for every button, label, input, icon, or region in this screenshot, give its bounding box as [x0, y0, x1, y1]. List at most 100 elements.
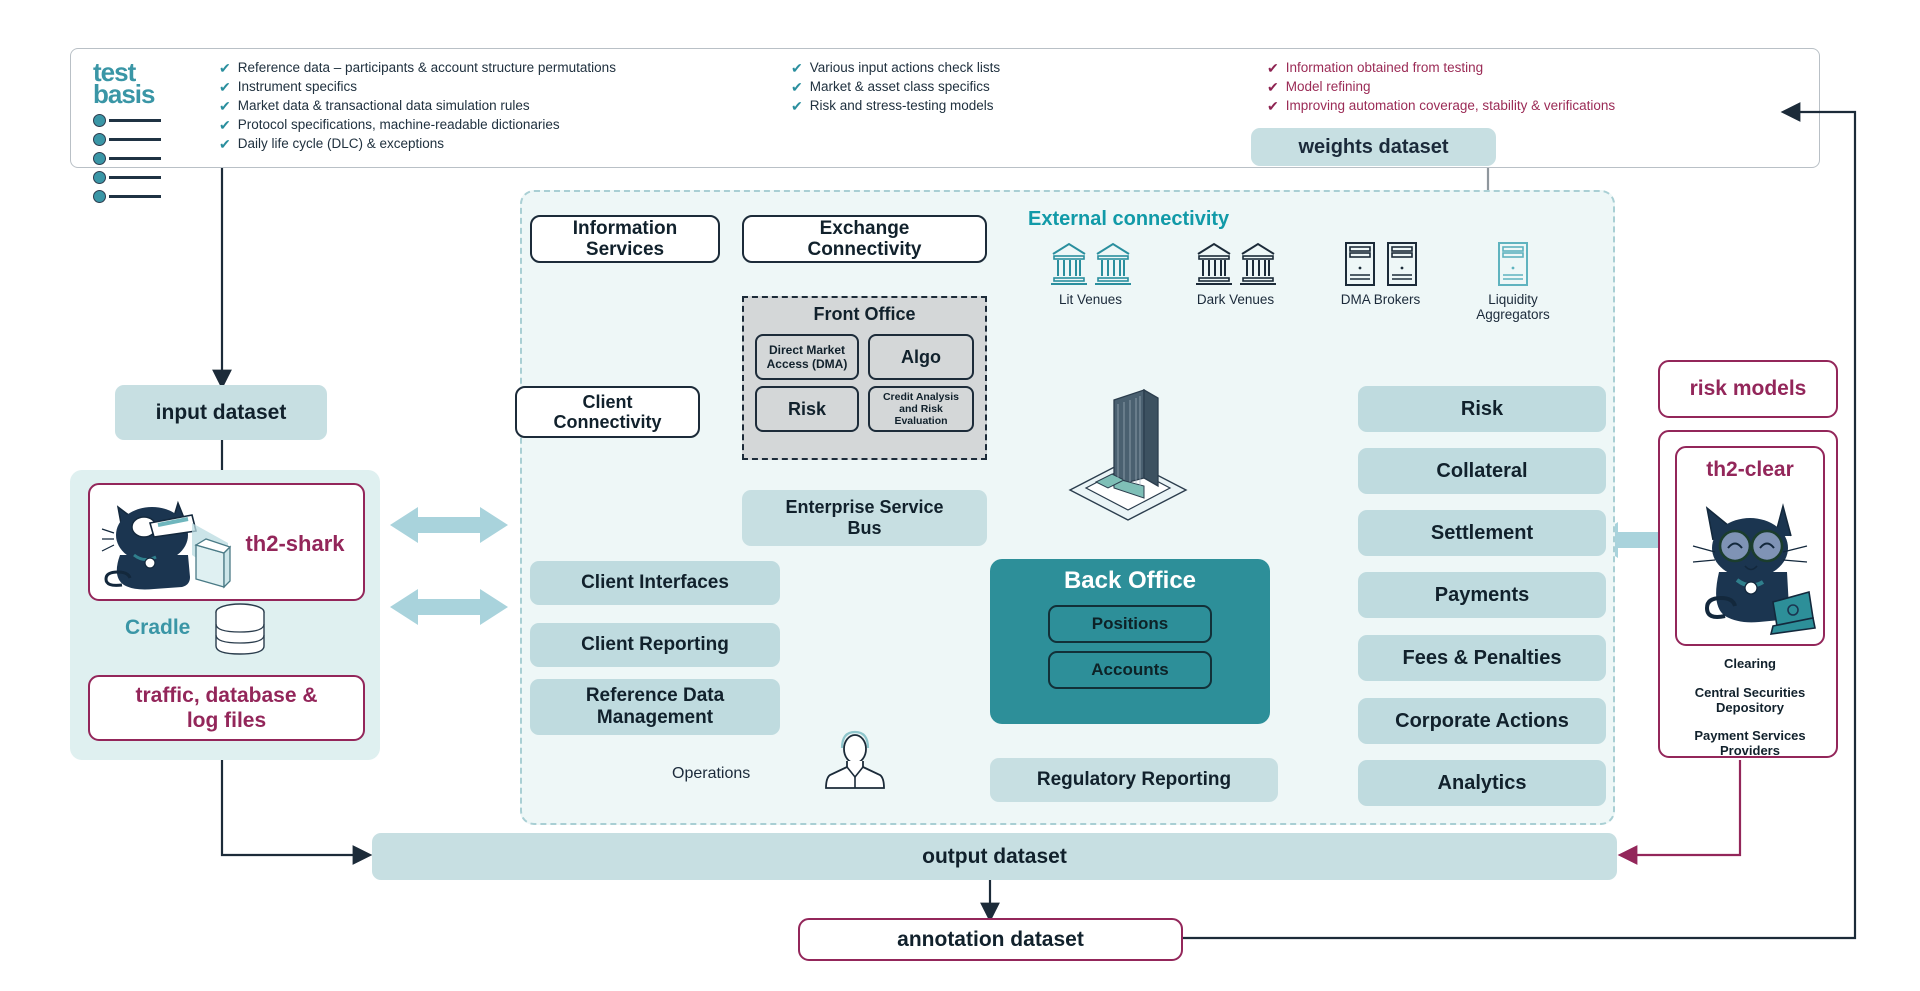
clear-caption-clearing: Clearing: [1723, 656, 1776, 671]
external-node-lit-venues[interactable]: Lit Venues: [1028, 240, 1153, 307]
service-box-risk[interactable]: Risk: [1358, 386, 1606, 432]
th2-clear-box[interactable]: th2-clear: [1675, 446, 1825, 646]
front-office-item-credit-analysis[interactable]: Credit Analysis and Risk Evaluation: [868, 386, 974, 432]
information-services-box[interactable]: Information Services: [530, 215, 720, 263]
list-item-label: Information obtained from testing: [1285, 60, 1484, 75]
check-icon: ✔: [219, 136, 231, 152]
annotation-dataset-box[interactable]: annotation dataset: [798, 918, 1183, 961]
test-basis-logo: test basis: [93, 59, 203, 209]
dark-venues-icons: [1173, 240, 1298, 288]
service-label: Corporate Actions: [1395, 709, 1569, 732]
input-dataset-label: input dataset: [155, 400, 287, 424]
th2-clear-title-wrap: th2-clear: [1677, 448, 1823, 492]
list-item: ✔ Information obtained from testing: [1267, 60, 1647, 76]
check-icon: ✔: [791, 98, 803, 114]
weights-dataset-box[interactable]: weights dataset: [1251, 128, 1496, 166]
front-office-item-dma[interactable]: Direct Market Access (DMA): [755, 334, 859, 380]
client-connectivity-line-1: Client: [582, 392, 633, 412]
service-box-fees-penalties[interactable]: Fees & Penalties: [1358, 635, 1606, 681]
weights-dataset-label: weights dataset: [1298, 135, 1449, 158]
check-icon: ✔: [791, 79, 803, 95]
psp-line-2: Providers: [1720, 743, 1780, 758]
back-office-item-positions[interactable]: Positions: [1048, 605, 1212, 643]
th2-shark-box[interactable]: th2-shark: [88, 483, 365, 601]
liquidity-aggregators-label: Liquidity Aggregators: [1476, 292, 1550, 322]
client-connectivity-line-2: Connectivity: [553, 412, 662, 432]
shark-cat-mascot-icon: [101, 500, 232, 590]
service-box-settlement[interactable]: Settlement: [1358, 510, 1606, 556]
dma-line-1: Direct Market: [768, 343, 845, 357]
service-box-payments[interactable]: Payments: [1358, 572, 1606, 618]
operations-item-client-interfaces[interactable]: Client Interfaces: [530, 561, 780, 605]
operations-item-reference-data-management[interactable]: Reference Data Management: [530, 679, 780, 735]
list-item-label: Market data & transactional data simulat…: [237, 98, 530, 113]
list-item-label: Improving automation coverage, stability…: [1285, 98, 1616, 113]
regulatory-reporting-box[interactable]: Regulatory Reporting: [990, 758, 1278, 802]
external-node-dma-brokers[interactable]: DMA Brokers: [1313, 240, 1448, 307]
service-label: Analytics: [1437, 771, 1527, 794]
list-item: ✔ Protocol specifications, machine-readab…: [219, 117, 639, 133]
check-icon: ✔: [1267, 98, 1279, 114]
bank-icon: [1050, 242, 1087, 285]
external-node-liquidity-aggregators[interactable]: Liquidity Aggregators: [1453, 240, 1573, 322]
back-office-group: Back Office Positions Accounts: [990, 559, 1270, 724]
logo-dot: [93, 152, 106, 165]
clear-caption-csd: Central Securities Depository: [1660, 685, 1840, 715]
server-icon: [1498, 242, 1528, 286]
external-connectivity-title: External connectivity: [1028, 208, 1230, 230]
client-connectivity-box[interactable]: Client Connectivity: [515, 386, 700, 438]
back-office-item-accounts[interactable]: Accounts: [1048, 651, 1212, 689]
dma-brokers-label: DMA Brokers: [1340, 292, 1421, 307]
client-reporting-label: Client Reporting: [581, 634, 729, 655]
check-icon: ✔: [219, 79, 231, 95]
traffic-database-log-files-box[interactable]: traffic, database & log files: [88, 675, 365, 741]
service-box-analytics[interactable]: Analytics: [1358, 760, 1606, 806]
test-basis-column-1: ✔ Reference data – participants & account…: [219, 61, 639, 156]
psp-line-1: Payment Services: [1694, 728, 1806, 743]
lit-venues-icons: [1028, 240, 1153, 288]
cradle-label-wrap: Cradle: [125, 610, 195, 646]
th2-shark-title-wrap: th2-shark: [230, 485, 360, 603]
arrow-clear-to-output: [1617, 760, 1742, 865]
enterprise-service-bus-box[interactable]: Enterprise Service Bus: [742, 490, 987, 546]
input-dataset-box[interactable]: input dataset: [115, 385, 327, 440]
liquidity-aggregators-icons: [1453, 240, 1573, 288]
information-services-line-1: Information: [572, 218, 678, 239]
service-label: Settlement: [1430, 521, 1534, 544]
risk-models-box[interactable]: risk models: [1658, 360, 1838, 418]
check-icon: ✔: [219, 117, 231, 133]
list-item: ✔ Reference data – participants & account…: [219, 61, 639, 76]
output-dataset-label: output dataset: [922, 844, 1067, 868]
logo-dot: [93, 133, 106, 146]
front-office-item-risk[interactable]: Risk: [755, 386, 859, 432]
information-services-line-2: Services: [585, 239, 665, 260]
service-label: Collateral: [1436, 459, 1528, 482]
th2-shark-title: th2-shark: [245, 531, 345, 556]
external-node-dark-venues[interactable]: Dark Venues: [1173, 240, 1298, 307]
files-line-2: log files: [186, 709, 267, 732]
check-icon: ✔: [1267, 79, 1279, 95]
test-basis-column-3: ✔ Information obtained from testing ✔ Mode…: [1267, 61, 1647, 118]
output-dataset-box[interactable]: output dataset: [372, 833, 1617, 880]
logo-bar: [109, 119, 161, 122]
logo-list-lines: [93, 114, 203, 203]
front-office-group: Front Office Direct Market Access (DMA) …: [742, 296, 987, 460]
exchange-connectivity-box[interactable]: Exchange Connectivity: [742, 215, 987, 263]
operations-item-client-reporting[interactable]: Client Reporting: [530, 623, 780, 667]
service-box-collateral[interactable]: Collateral: [1358, 448, 1606, 494]
front-office-item-algo[interactable]: Algo: [868, 334, 974, 380]
list-item-label: Instrument specifics: [237, 79, 358, 94]
service-box-corporate-actions[interactable]: Corporate Actions: [1358, 698, 1606, 744]
fo-risk-label: Risk: [787, 398, 827, 419]
logo-bar: [109, 157, 161, 160]
accounts-label: Accounts: [1091, 660, 1169, 679]
credit-line-1: Credit Analysis: [882, 391, 960, 403]
positions-label: Positions: [1091, 614, 1169, 633]
cradle-label: Cradle: [125, 616, 191, 639]
check-icon: ✔: [1267, 60, 1279, 76]
logo-bar: [109, 195, 161, 198]
regulatory-reporting-label: Regulatory Reporting: [1036, 769, 1232, 790]
list-item: ✔ Improving automation coverage, stabilit…: [1267, 98, 1647, 114]
dma-brokers-icons: [1313, 240, 1448, 288]
annotation-dataset-label: annotation dataset: [897, 927, 1084, 951]
